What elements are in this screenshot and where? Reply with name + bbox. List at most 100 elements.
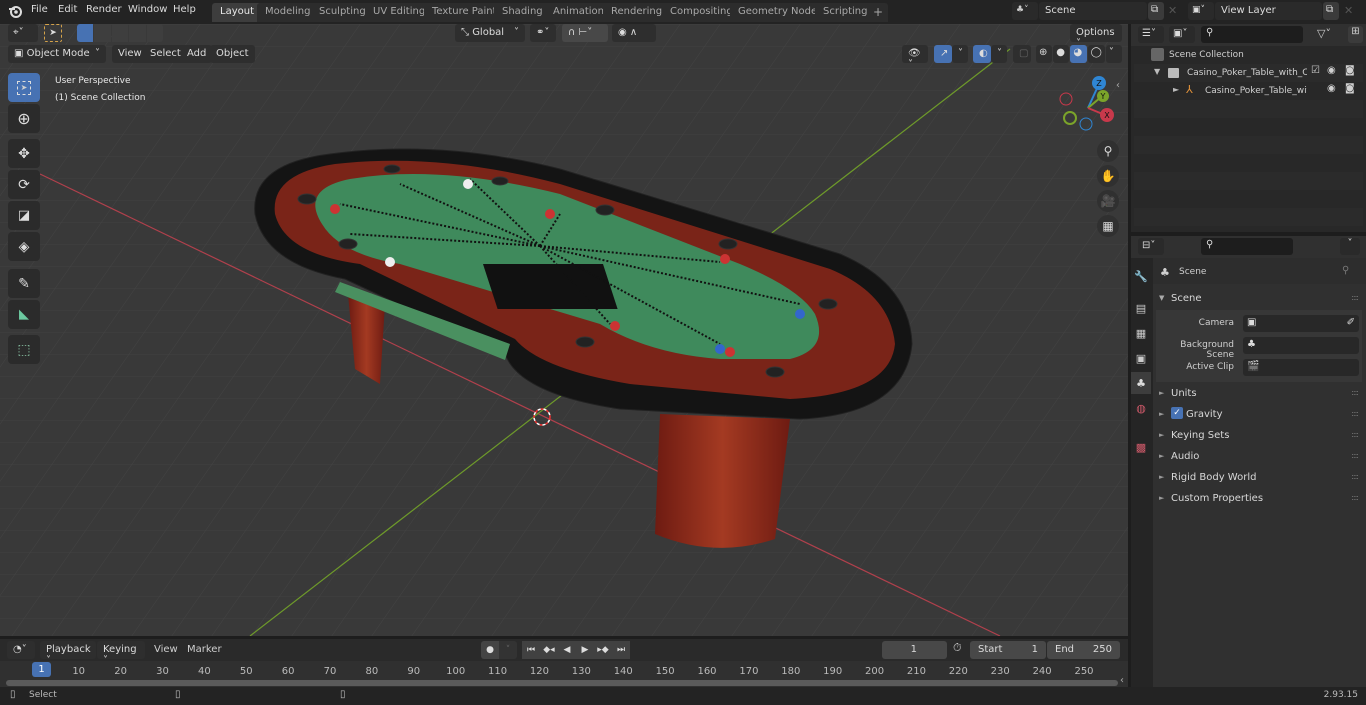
xray-toggle[interactable]: ▢ [1013, 45, 1031, 63]
view-layer-type-icon[interactable]: ▣˅ [1188, 2, 1214, 20]
tab-compositing[interactable]: Compositing [662, 3, 741, 22]
shading-dropdown[interactable]: ˅ [1105, 45, 1123, 63]
visibility-eye-icon[interactable]: ◉ [1327, 65, 1336, 76]
transform-orientation-dropdown[interactable]: ⤡ Global ˅ [455, 24, 525, 42]
tab-texture-paint[interactable]: Texture Paint [424, 3, 505, 22]
keying-dropdown[interactable]: Keying ˅ [97, 641, 145, 666]
tab-uv-editing[interactable]: UV Editing [365, 3, 434, 22]
menu-file[interactable]: File [31, 4, 48, 15]
editor-type-icon[interactable]: ⌖˅ [8, 24, 38, 42]
background-scene-field[interactable]: ♣ [1243, 337, 1359, 354]
expand-arrow-icon[interactable]: ► [1173, 85, 1179, 94]
gravity-subpanel[interactable]: ► ✓ Gravity:::: [1156, 405, 1362, 426]
outliner-row-object[interactable]: ► ⅄ Casino_Poker_Table_with ◉ ◙ [1134, 82, 1363, 100]
transform-tool[interactable]: ◈ [8, 232, 40, 261]
jump-start-button[interactable]: ⏮ [522, 641, 540, 659]
units-subpanel[interactable]: ► Units:::: [1156, 384, 1362, 405]
display-mode-dropdown[interactable]: ☰˅ [1138, 26, 1164, 43]
timeline-sidebar-toggle[interactable]: ‹ [1120, 675, 1124, 686]
tool-settings-select-icon[interactable]: ➤ [44, 24, 62, 42]
gizmo-dropdown[interactable]: ˅ [952, 45, 968, 63]
drag-handle-icon[interactable]: :::: [1351, 293, 1359, 302]
stopwatch-icon[interactable]: ⏱ [953, 641, 969, 659]
scene-type-icon[interactable]: ♣˅ [1012, 2, 1038, 20]
play-button[interactable]: ▶ [576, 641, 594, 659]
gizmo-neg-y[interactable] [1063, 111, 1077, 125]
gizmo-neg-x[interactable] [1059, 92, 1073, 106]
exclude-checkbox[interactable]: ☑ [1311, 65, 1320, 76]
outliner-row-scene-collection[interactable]: Scene Collection [1134, 46, 1363, 64]
keying-sets-subpanel[interactable]: ► Keying Sets:::: [1156, 426, 1362, 447]
snapping-toggle[interactable]: ∩ ⊢˅ [562, 24, 608, 42]
wireframe-shading-button[interactable]: ⊕ [1036, 45, 1053, 63]
view-layer-properties-tab[interactable]: ▣ [1131, 347, 1151, 369]
new-scene-button[interactable]: ⧉ [1148, 2, 1164, 20]
world-properties-tab[interactable]: ◍ [1131, 397, 1151, 419]
navigation-gizmo[interactable]: Z Y X [1055, 76, 1120, 141]
camera-field[interactable]: ▣ ✐ [1243, 315, 1359, 332]
tab-shading[interactable]: Shading [494, 3, 551, 22]
tab-scripting[interactable]: Scripting [815, 3, 876, 22]
annotate-tool[interactable]: ✎ [8, 269, 40, 298]
rigid-body-world-subpanel[interactable]: ► Rigid Body World:::: [1156, 468, 1362, 489]
zoom-view-icon[interactable]: ⚲ [1097, 140, 1119, 162]
select-subtract-button[interactable] [111, 24, 129, 42]
timeline-menu-view[interactable]: View [154, 644, 178, 655]
delete-view-layer-icon[interactable]: ✕ [1344, 4, 1353, 17]
delete-scene-icon[interactable]: ✕ [1168, 4, 1177, 17]
scale-tool[interactable]: ◪ [8, 201, 40, 230]
overlays-dropdown[interactable]: ˅ [991, 45, 1007, 63]
tab-modeling[interactable]: Modeling [257, 3, 319, 22]
properties-editor-type-dropdown[interactable]: ⊟˅ [1138, 238, 1164, 255]
viewport-menu-view[interactable]: View [112, 45, 148, 63]
add-workspace-button[interactable]: + [868, 3, 889, 22]
jump-end-button[interactable]: ⏭ [612, 641, 630, 659]
timeline-editor-type-dropdown[interactable]: ◔˅ [7, 641, 35, 659]
pivot-point-dropdown[interactable]: ⚭˅ [530, 24, 556, 42]
render-properties-tab[interactable]: ▤ [1131, 297, 1151, 319]
properties-options-dropdown[interactable]: ˅ [1340, 238, 1360, 255]
prev-keyframe-button[interactable]: ◆◂ [540, 641, 558, 659]
rendered-shading-button[interactable]: ◯ [1087, 45, 1105, 63]
visibility-dropdown[interactable]: 👁˅ [902, 45, 928, 70]
proportional-editing-toggle[interactable]: ◉ ∧ [612, 24, 656, 42]
move-tool[interactable]: ✥ [8, 139, 40, 168]
menu-window[interactable]: Window [128, 4, 167, 15]
gizmo-neg-z[interactable] [1079, 117, 1093, 131]
viewport-menu-add[interactable]: Add [181, 45, 213, 63]
gizmo-toggle[interactable]: ↗ [934, 45, 952, 63]
cursor-tool[interactable]: ⊕ [8, 104, 40, 133]
gravity-checkbox[interactable]: ✓ [1171, 407, 1183, 419]
timeline-menu-marker[interactable]: Marker [187, 644, 222, 655]
tab-rendering[interactable]: Rendering [603, 3, 671, 22]
expand-arrow-icon[interactable]: ▼ [1154, 67, 1160, 76]
render-camera-icon[interactable]: ◙ [1345, 65, 1355, 76]
texture-properties-tab[interactable]: ▩ [1131, 436, 1151, 458]
solid-shading-button[interactable]: ● [1053, 45, 1070, 63]
material-preview-button[interactable]: ◕ [1070, 45, 1087, 63]
playback-dropdown[interactable]: Playback ˅ [40, 641, 96, 666]
scene-panel-header[interactable]: ▼ Scene :::: [1156, 289, 1362, 310]
drag-handle-icon[interactable]: :::: [1351, 493, 1359, 502]
eyedropper-icon[interactable]: ✐ [1347, 317, 1355, 328]
pin-icon[interactable]: ⚲ [1342, 265, 1349, 276]
audio-subpanel[interactable]: ► Audio:::: [1156, 447, 1362, 468]
scene-properties-tab[interactable]: ♣ [1131, 372, 1151, 394]
timeline-scrollbar[interactable] [6, 680, 1118, 686]
drag-handle-icon[interactable]: :::: [1351, 388, 1359, 397]
start-frame-field[interactable]: Start 1 [970, 641, 1046, 659]
output-properties-tab[interactable]: ▦ [1131, 322, 1151, 344]
tool-properties-tab[interactable]: 🔧 [1131, 265, 1151, 287]
measure-tool[interactable]: ◣ [8, 300, 40, 329]
menu-render[interactable]: Render [86, 4, 122, 15]
view-layer-name-field[interactable]: View Layer [1215, 2, 1322, 20]
custom-properties-subpanel[interactable]: ► Custom Properties:::: [1156, 489, 1362, 510]
tab-layout[interactable]: Layout [212, 3, 262, 22]
select-box-tool[interactable]: ➤ [8, 73, 40, 102]
tab-animation[interactable]: Animation [545, 3, 612, 22]
visibility-eye-icon[interactable]: ◉ [1327, 83, 1336, 94]
play-reverse-button[interactable]: ◀ [558, 641, 576, 659]
end-frame-field[interactable]: End 250 [1047, 641, 1120, 659]
auto-keying-dropdown[interactable]: ˅ [499, 641, 517, 659]
sidebar-toggle-icon[interactable]: ‹ [1116, 80, 1120, 91]
